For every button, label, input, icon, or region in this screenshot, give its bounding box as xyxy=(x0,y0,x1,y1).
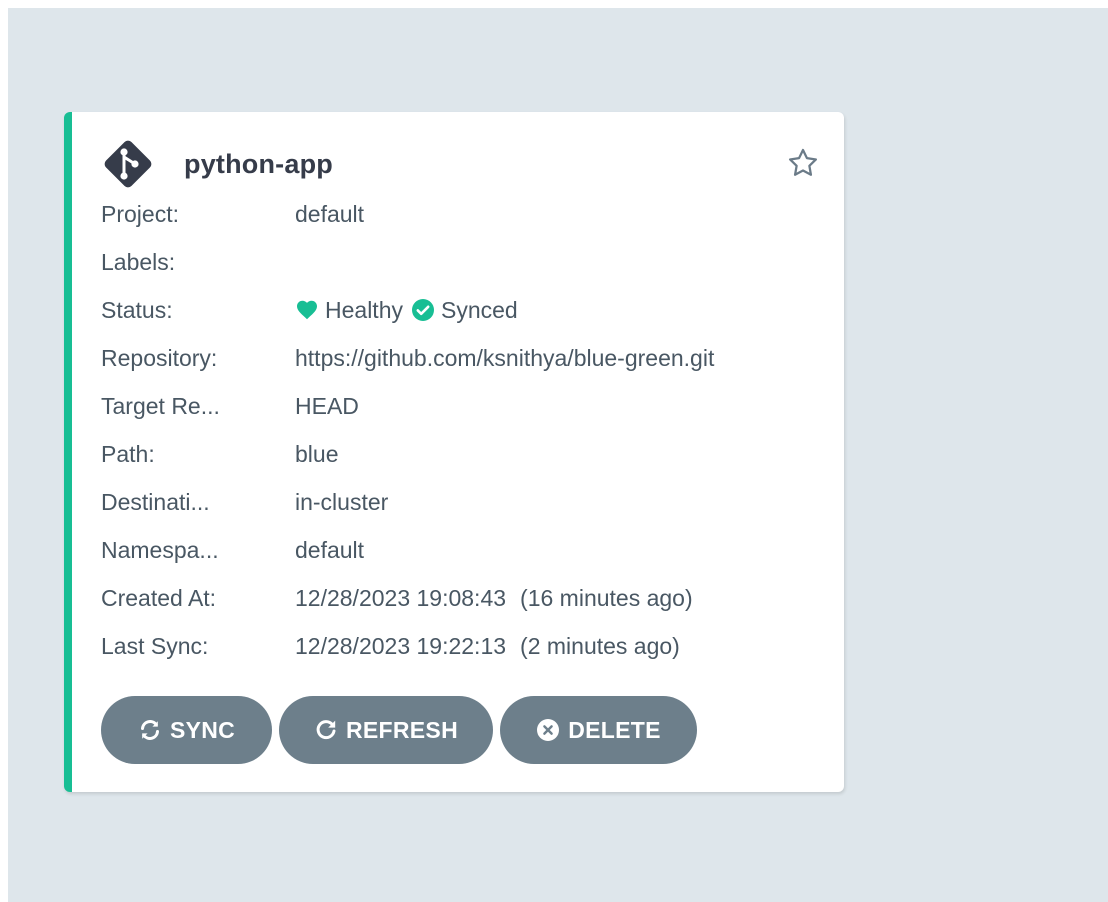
delete-button-label: DELETE xyxy=(568,716,661,743)
git-diamond-icon xyxy=(104,140,152,188)
heart-icon xyxy=(297,300,317,320)
app-details: Project: default Labels: Status: Healthy xyxy=(101,190,831,670)
close-circle-icon xyxy=(537,719,560,741)
last-sync-row: Last Sync: 12/28/2023 19:22:13 (2 minute… xyxy=(101,622,831,670)
path-label: Path: xyxy=(101,440,155,467)
sync-button-label: SYNC xyxy=(169,716,236,743)
namespace-label: Namespa... xyxy=(101,536,219,563)
destination-label: Destinati... xyxy=(101,488,210,515)
application-tile[interactable]: python-app Project: default Labels: Stat… xyxy=(64,112,844,792)
destination-value: in-cluster xyxy=(295,488,389,515)
star-outline-icon[interactable] xyxy=(786,146,820,180)
created-at-label: Created At: xyxy=(101,584,217,611)
namespace-row: Namespa... default xyxy=(101,526,831,574)
repository-value: https://github.com/ksnithya/blue-green.g… xyxy=(295,344,715,371)
labels-label: Labels: xyxy=(101,248,176,275)
health-status: Healthy xyxy=(325,296,403,323)
app-list-background: python-app Project: default Labels: Stat… xyxy=(8,8,1108,902)
destination-row: Destinati... in-cluster xyxy=(101,478,831,526)
target-revision-value: HEAD xyxy=(295,392,359,419)
namespace-value: default xyxy=(295,536,365,563)
status-row: Status: Healthy Synced xyxy=(101,286,831,334)
sync-button[interactable]: SYNC xyxy=(101,696,272,764)
tile-header: python-app xyxy=(102,136,333,192)
refresh-button[interactable]: REFRESH xyxy=(279,696,493,764)
path-value: blue xyxy=(295,440,339,467)
created-at-row: Created At: 12/28/2023 19:08:43 (16 minu… xyxy=(101,574,831,622)
last-sync-label: Last Sync: xyxy=(101,632,209,659)
app-name[interactable]: python-app xyxy=(184,149,333,180)
delete-button[interactable]: DELETE xyxy=(500,696,697,764)
project-row: Project: default xyxy=(101,190,831,238)
status-label: Status: xyxy=(101,296,173,323)
labels-row: Labels: xyxy=(101,238,831,286)
created-at-relative: (16 minutes ago) xyxy=(520,584,693,611)
refresh-button-label: REFRESH xyxy=(345,716,458,743)
check-circle-icon xyxy=(411,299,434,321)
target-revision-row: Target Re... HEAD xyxy=(101,382,831,430)
status-value: Healthy Synced xyxy=(295,297,526,324)
tile-actions: SYNC REFRESH DELETE xyxy=(101,696,704,764)
repository-label: Repository: xyxy=(101,344,218,371)
project-label: Project: xyxy=(101,200,179,227)
created-at-value: 12/28/2023 19:08:43 (16 minutes ago) xyxy=(295,585,693,612)
target-revision-label: Target Re... xyxy=(101,392,220,419)
created-at-timestamp: 12/28/2023 19:08:43 xyxy=(295,584,507,611)
project-value: default xyxy=(295,200,365,227)
repository-row: Repository: https://github.com/ksnithya/… xyxy=(101,334,831,382)
last-sync-value: 12/28/2023 19:22:13 (2 minutes ago) xyxy=(295,633,680,660)
last-sync-timestamp: 12/28/2023 19:22:13 xyxy=(295,632,507,659)
sync-status: Synced xyxy=(440,296,518,323)
sync-icon xyxy=(140,720,159,740)
last-sync-relative: (2 minutes ago) xyxy=(520,632,680,659)
refresh-icon xyxy=(316,720,336,740)
path-row: Path: blue xyxy=(101,430,831,478)
